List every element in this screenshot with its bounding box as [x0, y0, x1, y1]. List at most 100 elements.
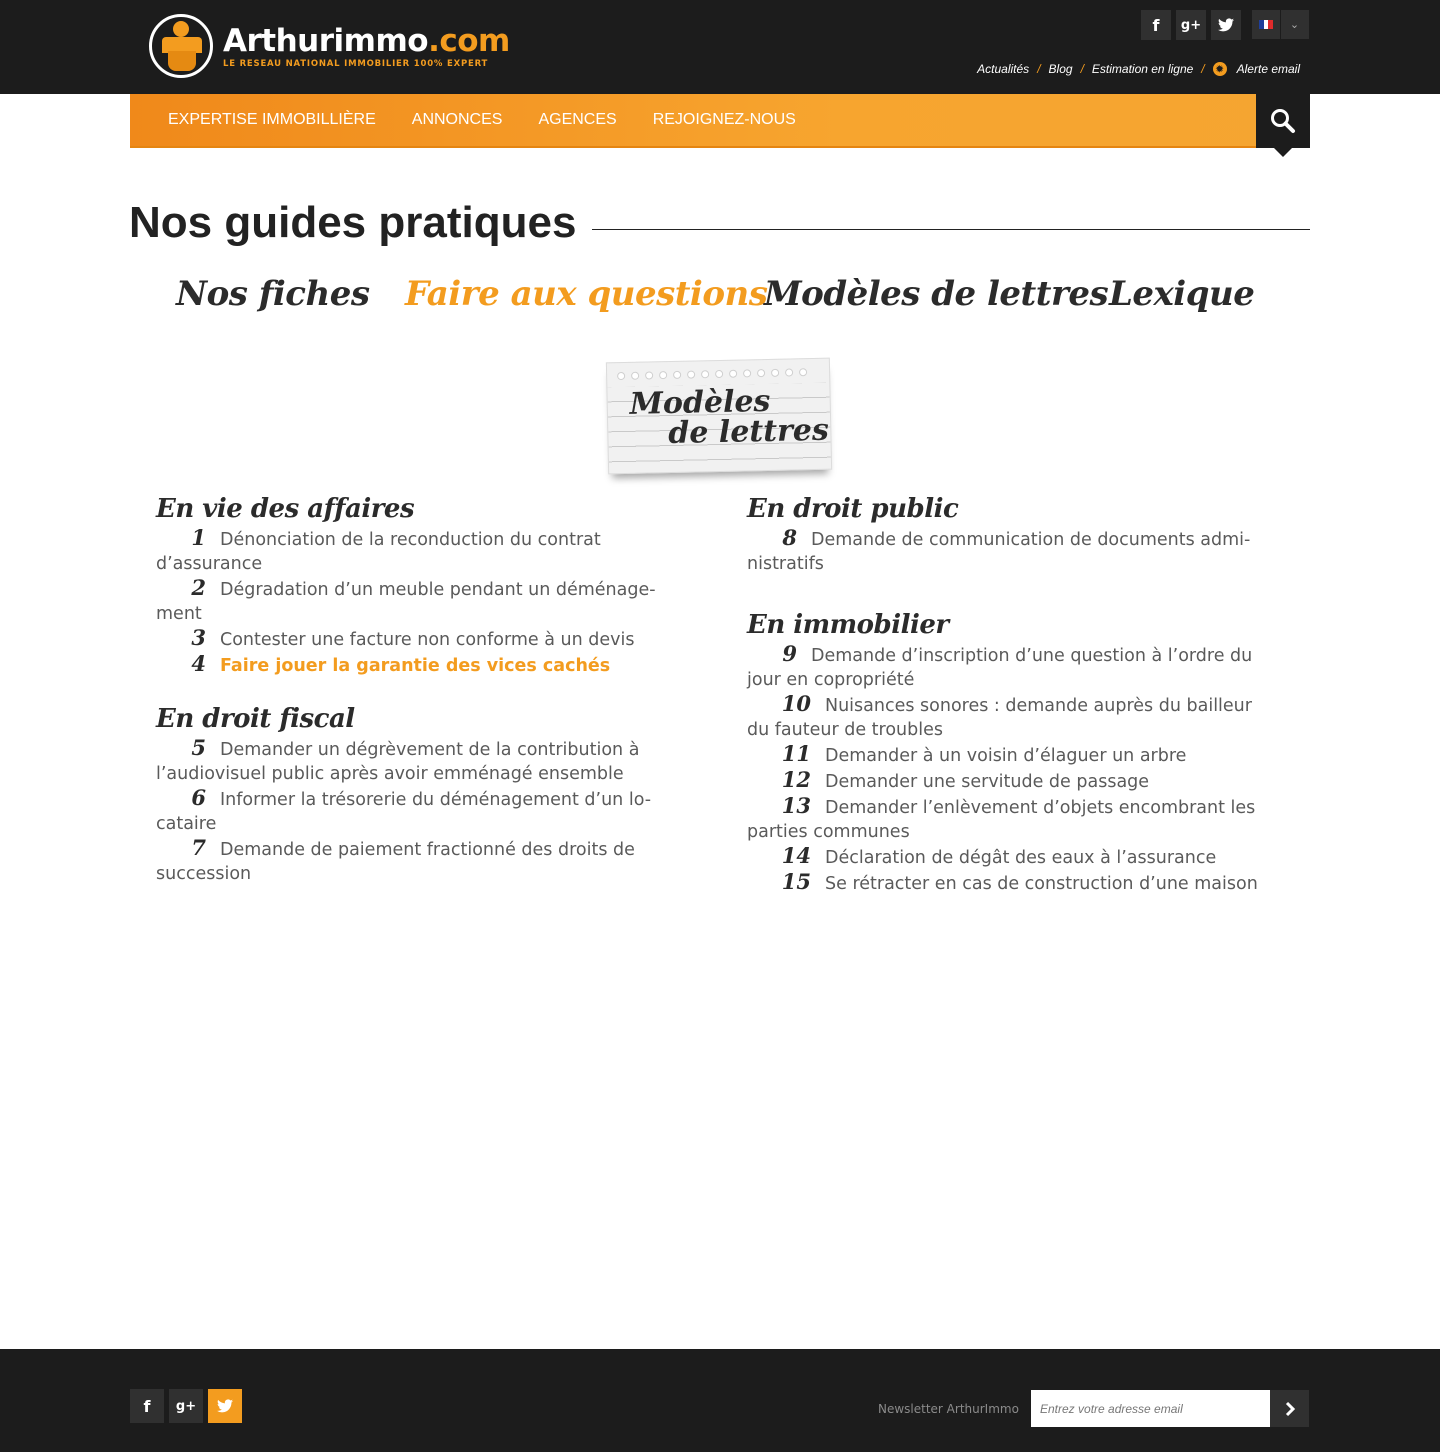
page-title: Nos guides pratiques — [129, 196, 593, 250]
language-selector[interactable]: ⌄ — [1252, 10, 1309, 39]
letter-item[interactable]: 7 Demande de paiement fractionné des droi… — [156, 836, 686, 886]
link-alerte-email[interactable]: Alerte email — [1237, 62, 1300, 76]
note-title-line2: de lettres — [667, 412, 830, 452]
item-text: Dénonciation de la reconduction du contr… — [156, 530, 601, 574]
logo-mascot-icon — [149, 14, 213, 78]
letter-item[interactable]: 8 Demande de communication de documents a… — [747, 526, 1277, 576]
footer-social-links: f g+ — [130, 1389, 242, 1423]
item-number: 6 — [191, 785, 206, 810]
nav-item-annonces[interactable]: ANNONCES — [412, 111, 503, 129]
item-number: 11 — [781, 741, 811, 766]
newsletter-submit-button[interactable] — [1270, 1390, 1309, 1427]
facebook-icon[interactable]: f — [1141, 10, 1171, 40]
letter-item[interactable]: 2 Dégradation d’un meuble pendant un démé… — [156, 576, 686, 626]
logo-wordmark: Arthurimmo.com LE RESEAU NATIONAL IMMOBI… — [223, 24, 510, 69]
letter-item[interactable]: 15 Se rétracter en cas de construction d’… — [747, 870, 1277, 896]
letter-item[interactable]: 11 Demander à un voisin d’élaguer un arbr… — [747, 742, 1277, 768]
item-number: 3 — [191, 625, 206, 650]
logo-tagline: LE RESEAU NATIONAL IMMOBILIER 100% EXPER… — [223, 58, 489, 69]
newsletter-email-input[interactable] — [1031, 1390, 1270, 1427]
link-separator: / — [1037, 62, 1041, 76]
logo-name-main: Arthurimmo — [223, 22, 429, 59]
link-actualites[interactable]: Actualités — [977, 62, 1029, 76]
section-title: En droit fiscal — [156, 704, 355, 734]
chevron-right-icon — [1285, 1401, 1295, 1416]
google-plus-icon[interactable]: g+ — [1176, 10, 1206, 40]
letter-item[interactable]: 6 Informer la trésorerie du déménagement … — [156, 786, 686, 836]
item-text: Dégradation d’un meuble pendant un démén… — [156, 580, 656, 624]
link-blog[interactable]: Blog — [1049, 62, 1073, 76]
footer: f g+ Newsletter ArthurImmo — [0, 1349, 1440, 1452]
search-button[interactable] — [1256, 94, 1310, 148]
item-number: 15 — [781, 869, 811, 894]
twitter-icon[interactable] — [1211, 10, 1241, 40]
twitter-icon[interactable] — [208, 1389, 242, 1423]
item-text: Se rétracter en cas de construction d’un… — [825, 874, 1258, 894]
tab-faire-aux-questions[interactable]: Faire aux questions — [405, 274, 768, 314]
letter-item[interactable]: 9 Demande d’inscription d’une question à … — [747, 642, 1277, 692]
letter-item[interactable]: 1 Dénonciation de la reconduction du cont… — [156, 526, 686, 576]
logo-name: Arthurimmo.com — [223, 24, 510, 58]
item-text: Demande d’inscription d’une question à l… — [747, 646, 1253, 690]
section-title: En immobilier — [747, 610, 949, 640]
section-vie-des-affaires: En vie des affaires 1 Dénonciation de la … — [156, 492, 686, 678]
french-flag-icon — [1259, 20, 1274, 29]
letter-item[interactable]: 10 Nuisances sonores : demande auprès du … — [747, 692, 1277, 742]
search-icon — [1271, 109, 1295, 133]
item-number: 12 — [781, 767, 811, 792]
item-number: 14 — [781, 843, 811, 868]
section-note-graphic: Modèles de lettres — [605, 357, 833, 475]
item-text: Demander une servitude de passage — [825, 772, 1150, 792]
facebook-icon[interactable]: f — [130, 1389, 164, 1423]
item-number: 5 — [191, 735, 206, 760]
letter-item[interactable]: 5 Demander un dégrèvement de la contribut… — [156, 736, 686, 786]
logo-name-domain: .com — [428, 22, 510, 59]
item-number: 7 — [191, 835, 206, 860]
left-column: En vie des affaires 1 Dénonciation de la … — [156, 492, 686, 910]
item-number: 4 — [191, 651, 206, 676]
chevron-down-icon[interactable]: ⌄ — [1280, 10, 1308, 39]
link-estimation[interactable]: Estimation en ligne — [1092, 62, 1193, 76]
tab-lexique[interactable]: Lexique — [1109, 274, 1255, 314]
letter-item[interactable]: 13 Demander l’enlèvement d’objets encombr… — [747, 794, 1277, 844]
link-separator: / — [1201, 62, 1205, 76]
section-droit-fiscal: En droit fiscal 5 Demander un dégrèvement… — [156, 702, 686, 886]
header-links: Actualités / Blog / Estimation en ligne … — [977, 62, 1300, 76]
item-text: Demander à un voisin d’élaguer un arbre — [825, 746, 1187, 766]
note-holes — [617, 368, 808, 381]
item-text: Contester une facture non conforme à un … — [220, 630, 635, 650]
nav-items: EXPERTISE IMMOBILLIÈRE ANNONCES AGENCES … — [168, 94, 796, 146]
item-text: Demander l’enlèvement d’objets encombran… — [747, 798, 1256, 842]
main-nav: EXPERTISE IMMOBILLIÈRE ANNONCES AGENCES … — [130, 94, 1310, 157]
nav-item-agences[interactable]: AGENCES — [538, 111, 616, 129]
section-droit-public: En droit public 8 Demande de communicatio… — [747, 492, 1277, 576]
nav-item-expertise[interactable]: EXPERTISE IMMOBILLIÈRE — [168, 111, 376, 129]
item-number: 9 — [782, 641, 797, 666]
site-logo[interactable]: Arthurimmo.com LE RESEAU NATIONAL IMMOBI… — [149, 14, 510, 78]
flag-box — [1252, 10, 1280, 39]
item-text: Demande de communication de documents ad… — [747, 530, 1251, 574]
top-header: Arthurimmo.com LE RESEAU NATIONAL IMMOBI… — [0, 0, 1440, 94]
item-text: Demande de paiement fractionné des droit… — [156, 840, 635, 884]
item-text: Faire jouer la garantie des vices cachés — [220, 656, 611, 676]
tab-modeles-de-lettres[interactable]: Modèles de lettres — [764, 274, 1109, 314]
tab-nos-fiches[interactable]: Nos fiches — [176, 274, 370, 314]
letter-item[interactable]: 14 Déclaration de dégât des eaux à l’assu… — [747, 844, 1277, 870]
section-immobilier: En immobilier 9 Demande d’inscription d’u… — [747, 608, 1277, 896]
letter-item[interactable]: 3 Contester une facture non conforme à un… — [156, 626, 686, 652]
letter-item[interactable]: 12 Demander une servitude de passage — [747, 768, 1277, 794]
item-text: Nuisances sonores : demande auprès du ba… — [747, 696, 1252, 740]
item-text: Déclaration de dégât des eaux à l’assura… — [825, 848, 1217, 868]
google-plus-icon[interactable]: g+ — [169, 1389, 203, 1423]
right-column: En droit public 8 Demande de communicatio… — [747, 492, 1277, 920]
item-number: 8 — [782, 525, 797, 550]
nav-item-rejoignez[interactable]: REJOIGNEZ-NOUS — [653, 111, 796, 129]
letter-item-active[interactable]: 4 Faire jouer la garantie des vices caché… — [156, 652, 686, 678]
item-number: 13 — [781, 793, 811, 818]
item-number: 1 — [191, 525, 206, 550]
header-social-links: f g+ — [1141, 10, 1241, 40]
newsletter-label: Newsletter ArthurImmo — [878, 1402, 1019, 1416]
item-number: 2 — [191, 575, 206, 600]
section-title: En droit public — [747, 494, 959, 524]
item-number: 10 — [781, 691, 811, 716]
